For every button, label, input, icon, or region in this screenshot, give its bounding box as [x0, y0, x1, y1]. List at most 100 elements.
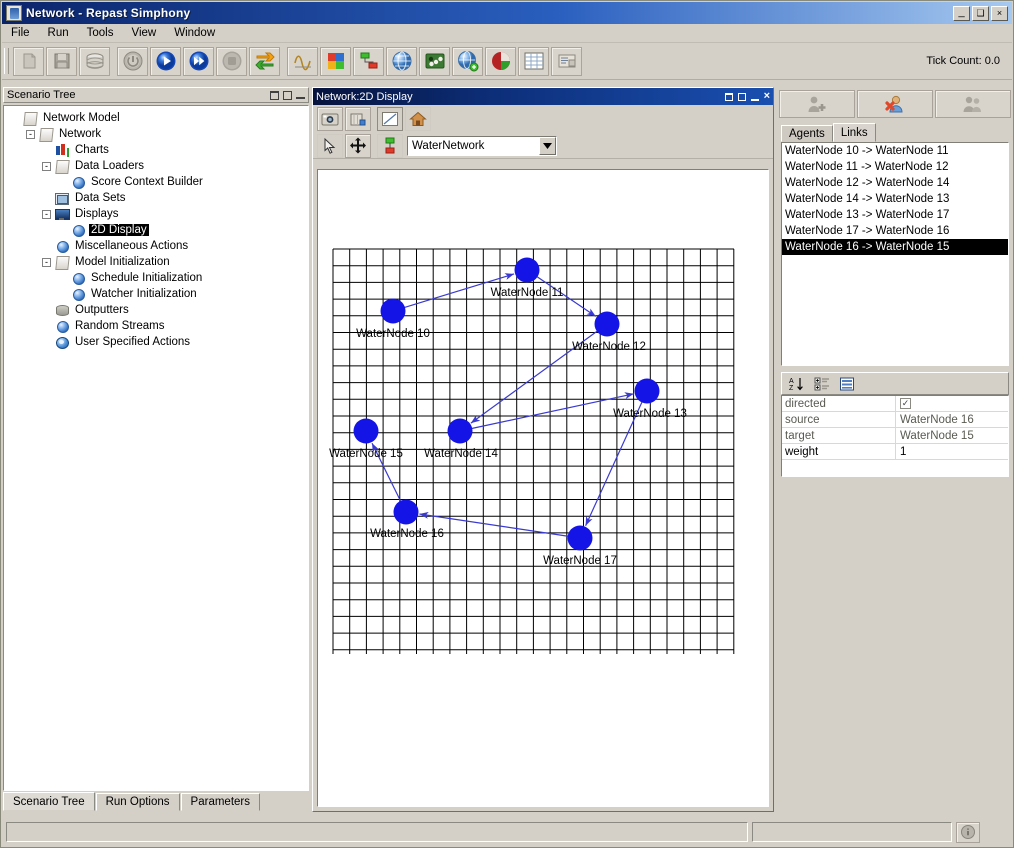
- network-node[interactable]: [594, 311, 620, 337]
- add-outputter-button[interactable]: [551, 46, 582, 76]
- add-geography-button[interactable]: [452, 46, 483, 76]
- tab-links[interactable]: Links: [832, 123, 876, 142]
- tree-node[interactable]: 2D Display: [10, 222, 308, 238]
- tree-node[interactable]: - Network: [10, 126, 308, 142]
- show-all-agents-button[interactable]: [935, 90, 1011, 118]
- frame-minimize-icon[interactable]: [750, 99, 759, 101]
- property-value[interactable]: WaterNode 15: [896, 428, 1008, 443]
- projection-select[interactable]: WaterNetwork: [407, 135, 557, 156]
- tab-scenario-tree[interactable]: Scenario Tree: [3, 792, 95, 811]
- menu-view[interactable]: View: [123, 25, 166, 41]
- minimize-button[interactable]: _: [953, 5, 970, 21]
- add-globe-display-button[interactable]: [386, 46, 417, 76]
- table-row[interactable]: target WaterNode 15: [782, 428, 1008, 444]
- home-view-button[interactable]: [405, 107, 431, 131]
- scenario-tree-list[interactable]: Network Model - Network Charts - Data Loaders…: [3, 105, 309, 791]
- tree-node[interactable]: - Model Initialization: [10, 254, 308, 270]
- list-item[interactable]: WaterNode 12 -> WaterNode 14: [782, 175, 1008, 191]
- table-row[interactable]: weight 1: [782, 444, 1008, 460]
- property-value[interactable]: WaterNode 16: [896, 412, 1008, 427]
- frame-close-icon[interactable]: ×: [764, 91, 770, 102]
- add-agent-display-button[interactable]: [419, 46, 450, 76]
- tree-expander-icon[interactable]: -: [42, 209, 51, 219]
- toolbar-grip[interactable]: [4, 48, 9, 74]
- add-display-button[interactable]: [320, 46, 351, 76]
- property-pages-button[interactable]: [838, 375, 855, 392]
- table-row[interactable]: directed ✓: [782, 396, 1008, 412]
- network-canvas[interactable]: WaterNode 10 WaterNode 11 WaterNode 12 Wate…: [317, 169, 769, 807]
- movie-capture-button[interactable]: [345, 107, 371, 131]
- float-icon[interactable]: [270, 90, 279, 100]
- add-pie-chart-button[interactable]: [485, 46, 516, 76]
- tree-node[interactable]: Watcher Initialization: [10, 286, 308, 302]
- add-agent-button[interactable]: [779, 90, 855, 118]
- network-graph-svg[interactable]: WaterNode 10 WaterNode 11 WaterNode 12 Wate…: [318, 170, 768, 806]
- tab-parameters[interactable]: Parameters: [180, 793, 260, 811]
- menu-run[interactable]: Run: [39, 25, 78, 41]
- group-by-category-button[interactable]: [813, 375, 830, 392]
- init-run-button[interactable]: [117, 46, 148, 76]
- add-table-button[interactable]: [518, 46, 549, 76]
- maximize-icon[interactable]: [283, 90, 292, 100]
- new-scenario-button[interactable]: [13, 46, 44, 76]
- add-chart-button[interactable]: [287, 46, 318, 76]
- menu-window[interactable]: Window: [165, 25, 224, 41]
- step-run-button[interactable]: [183, 46, 214, 76]
- tree-node[interactable]: Score Context Builder: [10, 174, 308, 190]
- tree-node[interactable]: - Data Loaders: [10, 158, 308, 174]
- links-list[interactable]: WaterNode 10 -> WaterNode 11 WaterNode 11…: [781, 142, 1009, 366]
- tree-expander-icon[interactable]: -: [42, 257, 51, 267]
- maximize-button[interactable]: ❑: [972, 5, 989, 21]
- list-item[interactable]: WaterNode 14 -> WaterNode 13: [782, 191, 1008, 207]
- network-node[interactable]: [393, 499, 419, 525]
- tree-node[interactable]: Outputters: [10, 302, 308, 318]
- zoom-tool-button[interactable]: [377, 107, 403, 131]
- close-button[interactable]: ×: [991, 5, 1008, 21]
- list-item[interactable]: WaterNode 17 -> WaterNode 16: [782, 223, 1008, 239]
- stop-run-button[interactable]: [216, 46, 247, 76]
- tree-node[interactable]: - Displays: [10, 206, 308, 222]
- frame-maximize-icon[interactable]: [737, 92, 746, 101]
- tree-expander-icon[interactable]: -: [26, 129, 35, 139]
- frame-float-icon[interactable]: [724, 92, 733, 101]
- list-item[interactable]: WaterNode 16 -> WaterNode 15: [782, 239, 1008, 255]
- remove-agent-button[interactable]: [857, 90, 933, 118]
- network-node[interactable]: [634, 378, 660, 404]
- tree-node[interactable]: Data Sets: [10, 190, 308, 206]
- tree-node[interactable]: Schedule Initialization: [10, 270, 308, 286]
- start-run-button[interactable]: [150, 46, 181, 76]
- chevron-down-icon[interactable]: [539, 136, 556, 155]
- tree-node[interactable]: User Specified Actions: [10, 334, 308, 350]
- tree-node[interactable]: Miscellaneous Actions: [10, 238, 308, 254]
- menu-file[interactable]: File: [2, 25, 39, 41]
- reset-run-button[interactable]: [249, 46, 280, 76]
- network-layout-button[interactable]: [377, 133, 403, 158]
- menu-tools[interactable]: Tools: [78, 25, 123, 41]
- pan-tool-button[interactable]: [345, 133, 371, 158]
- list-item[interactable]: WaterNode 13 -> WaterNode 17: [782, 207, 1008, 223]
- sort-alphabetical-button[interactable]: AZ: [788, 375, 805, 392]
- property-value[interactable]: ✓: [896, 396, 1008, 411]
- tab-agents[interactable]: Agents: [781, 125, 833, 142]
- select-tool-button[interactable]: [317, 133, 343, 158]
- tree-node[interactable]: Network Model: [10, 110, 308, 126]
- network-node[interactable]: [447, 418, 473, 444]
- checkbox[interactable]: ✓: [900, 398, 911, 409]
- network-node[interactable]: [353, 418, 379, 444]
- network-node[interactable]: [514, 257, 540, 283]
- property-value[interactable]: 1: [896, 444, 1008, 459]
- snapshot-button[interactable]: [317, 107, 343, 131]
- network-node[interactable]: [380, 298, 406, 324]
- list-item[interactable]: WaterNode 10 -> WaterNode 11: [782, 143, 1008, 159]
- database-button[interactable]: [79, 46, 110, 76]
- list-item[interactable]: WaterNode 11 -> WaterNode 12: [782, 159, 1008, 175]
- tree-node[interactable]: Random Streams: [10, 318, 308, 334]
- minimize-icon[interactable]: [296, 96, 305, 99]
- info-circle-icon[interactable]: [956, 821, 980, 843]
- network-node[interactable]: [567, 525, 593, 551]
- property-table[interactable]: directed ✓ source WaterNode 16 target WaterNo…: [781, 395, 1009, 477]
- add-network-button[interactable]: [353, 46, 384, 76]
- tab-run-options[interactable]: Run Options: [95, 793, 180, 811]
- table-row[interactable]: source WaterNode 16: [782, 412, 1008, 428]
- save-scenario-button[interactable]: [46, 46, 77, 76]
